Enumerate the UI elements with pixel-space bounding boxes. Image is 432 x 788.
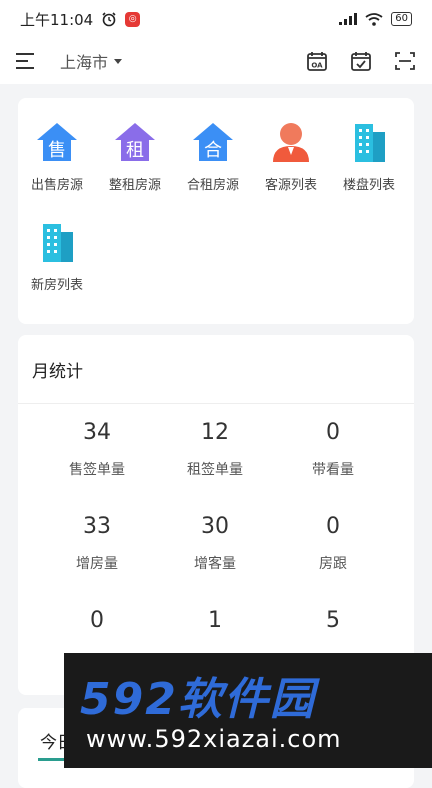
customer-person-icon — [273, 123, 309, 162]
section-title: 月统计 — [18, 335, 414, 404]
stat-item[interactable]: 30 增客量 — [156, 498, 274, 592]
quick-item-label: 合租房源 — [186, 178, 239, 193]
status-bar: 上午11:04 ◎ 60 — [0, 0, 432, 38]
new-building-icon — [43, 224, 73, 262]
svg-text:OA: OA — [311, 62, 323, 70]
stat-value: 0 — [90, 608, 104, 633]
monthly-stats-card: 月统计 34 售签单量 12 租签单量 0 带看量 33 增房量 30 增客量 0 房跟 0… — [18, 335, 414, 695]
quick-item-label: 新房列表 — [30, 278, 83, 293]
stat-value: 0 — [326, 514, 340, 539]
stat-item[interactable]: 34 售签单量 — [38, 404, 156, 498]
quick-menu-card: 售 出售房源 租 整租房源 合 合租房源 客源列表 楼盘列表 新房列表 — [18, 98, 414, 324]
watermark-url: www.592xiazai.com — [86, 725, 342, 753]
stat-value: 0 — [326, 420, 340, 445]
shared-rent-house-icon: 合 — [193, 123, 233, 161]
quick-item-shared-rent[interactable]: 合 合租房源 — [174, 120, 252, 220]
stat-item[interactable]: 12 租签单量 — [156, 404, 274, 498]
sale-house-icon: 售 — [37, 123, 77, 161]
stat-item[interactable]: 33 增房量 — [38, 498, 156, 592]
quick-item-label: 楼盘列表 — [342, 178, 395, 193]
stat-value: 30 — [201, 514, 229, 539]
calendar-check-icon[interactable] — [350, 50, 372, 72]
notification-app-icon: ◎ — [125, 11, 141, 27]
stat-item[interactable]: 0 带看量 — [274, 404, 392, 498]
stat-value: 34 — [83, 420, 111, 445]
quick-item-buildings[interactable]: 楼盘列表 — [330, 120, 408, 220]
svg-text:售: 售 — [48, 140, 66, 161]
battery-indicator: 60 — [391, 12, 412, 26]
quick-item-label: 客源列表 — [264, 178, 317, 193]
watermark-banner: 592软件园 www.592xiazai.com — [64, 653, 432, 768]
stat-label: 增房量 — [76, 556, 118, 572]
wifi-icon — [365, 12, 383, 26]
alarm-icon — [102, 12, 116, 27]
quick-item-label: 出售房源 — [30, 178, 83, 193]
stat-label: 带看量 — [312, 462, 354, 478]
watermark-logo: 592软件园 — [80, 674, 316, 725]
caret-down-icon — [114, 58, 123, 64]
stat-label: 租签单量 — [187, 462, 243, 478]
city-selector[interactable]: 上海市 — [60, 49, 123, 73]
oa-calendar-icon[interactable]: OA — [306, 50, 328, 72]
stat-label: 房跟 — [319, 556, 347, 572]
stat-label: 售签单量 — [69, 462, 125, 478]
scan-icon[interactable] — [394, 50, 416, 72]
quick-item-customers[interactable]: 客源列表 — [252, 120, 330, 220]
svg-text:租: 租 — [126, 140, 144, 161]
svg-text:合: 合 — [204, 140, 222, 161]
stat-item[interactable]: 0 房跟 — [274, 498, 392, 592]
quick-item-rent[interactable]: 租 整租房源 — [96, 120, 174, 220]
building-icon — [355, 124, 385, 162]
quick-item-new-homes[interactable]: 新房列表 — [18, 220, 96, 320]
stat-value: 12 — [201, 420, 229, 445]
quick-item-sale[interactable]: 售 出售房源 — [18, 120, 96, 220]
quick-item-label: 整租房源 — [108, 178, 161, 193]
stat-value: 5 — [326, 608, 340, 633]
stat-value: 1 — [208, 608, 222, 633]
rent-house-icon: 租 — [115, 123, 155, 161]
signal-icon — [339, 13, 358, 25]
clock-time: 上午11:04 — [20, 10, 94, 29]
stat-label: 增客量 — [194, 556, 236, 572]
city-label: 上海市 — [60, 53, 109, 72]
menu-icon[interactable] — [16, 53, 34, 69]
stat-value: 33 — [83, 514, 111, 539]
top-bar: 上海市 OA — [0, 38, 432, 84]
